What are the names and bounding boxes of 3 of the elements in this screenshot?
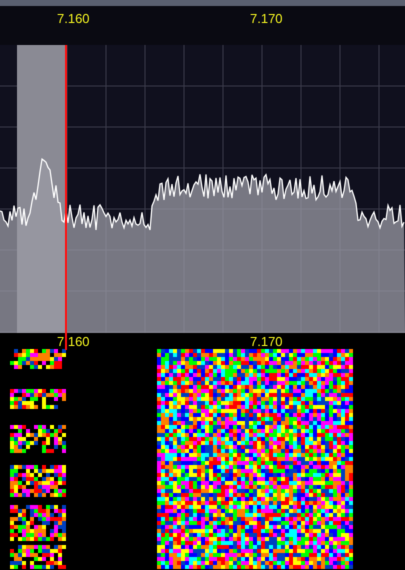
frequency-label: 7.170 — [250, 10, 283, 28]
frequency-label: 7.170 — [250, 335, 283, 349]
frequency-label: 7.160 — [57, 10, 90, 28]
